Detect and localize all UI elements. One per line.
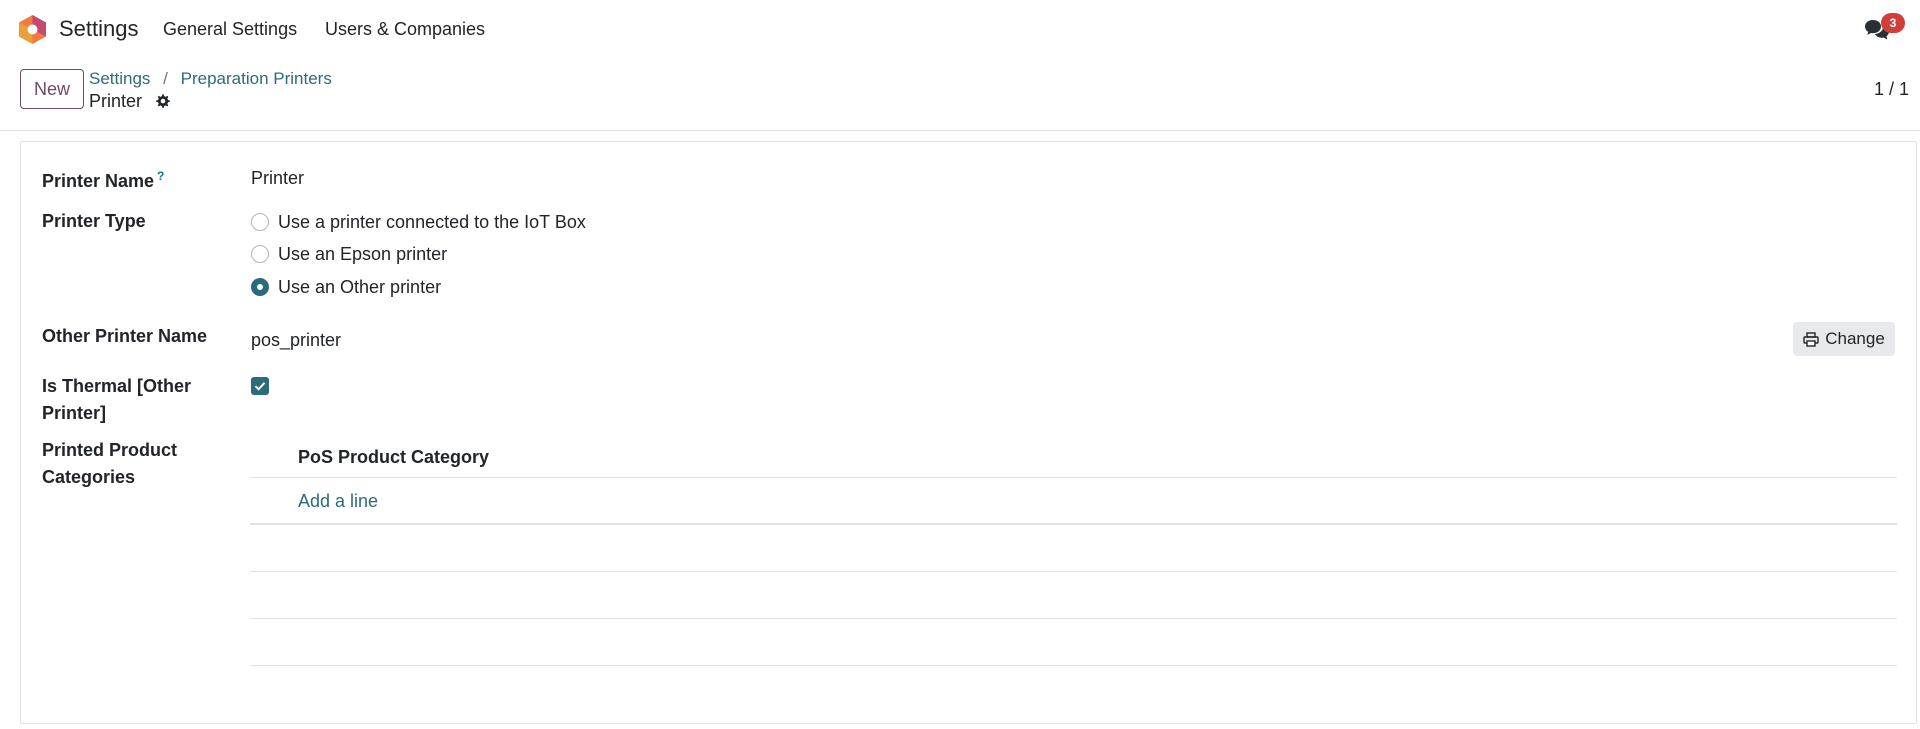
app-title[interactable]: Settings	[59, 15, 139, 43]
is-thermal-label: Is Thermal [Other Printer]	[42, 373, 191, 427]
radio-button-checked[interactable]	[251, 278, 269, 296]
radio-option-other[interactable]: Use an Other printer	[251, 274, 441, 300]
help-tooltip-icon[interactable]: ?	[157, 169, 164, 183]
add-line-link[interactable]: Add a line	[298, 491, 378, 511]
form-sheet: Printer Name? Printer Printer Type Use a…	[20, 141, 1917, 724]
pager[interactable]: 1 / 1	[1874, 77, 1909, 101]
radio-label[interactable]: Use an Epson printer	[278, 244, 447, 265]
radio-button[interactable]	[251, 213, 269, 231]
add-line-row: Add a line	[250, 478, 1897, 525]
empty-row	[250, 572, 1897, 619]
radio-option-iot-box[interactable]: Use a printer connected to the IoT Box	[251, 209, 586, 235]
column-header-pos-product-category[interactable]: PoS Product Category	[250, 436, 1897, 478]
empty-row	[250, 525, 1897, 572]
printed-product-categories-label: Printed Product Categories	[42, 437, 177, 491]
printer-name-label: Printer Name?	[42, 163, 164, 195]
categories-label-line1: Printed Product	[42, 440, 178, 460]
checkmark-icon	[254, 382, 266, 391]
categories-label-line2: Categories	[42, 467, 136, 487]
other-printer-name-label: Other Printer Name	[42, 326, 208, 346]
top-navbar: Settings General Settings Users & Compan…	[0, 0, 1920, 57]
other-printer-name-field[interactable]: pos_printer	[251, 328, 341, 352]
radio-option-epson[interactable]: Use an Epson printer	[251, 241, 447, 267]
is-thermal-label-line1: Is Thermal [Other	[42, 376, 192, 396]
printer-name-field[interactable]: Printer	[251, 166, 304, 190]
breadcrumb: Settings / Preparation Printers	[89, 68, 332, 90]
change-button-label: Change	[1825, 329, 1885, 348]
change-button[interactable]: Change	[1793, 322, 1895, 356]
chat-count-badge: 3	[1881, 13, 1905, 33]
app-logo-icon[interactable]	[19, 15, 46, 44]
empty-row	[250, 619, 1897, 666]
breadcrumb-preparation-printers-link[interactable]: Preparation Printers	[181, 69, 332, 88]
record-title: Printer	[89, 89, 171, 113]
gear-icon[interactable]	[155, 93, 171, 109]
new-button[interactable]: New	[20, 69, 84, 109]
radio-label[interactable]: Use a printer connected to the IoT Box	[278, 212, 586, 233]
categories-list: PoS Product Category Add a line	[250, 436, 1897, 666]
control-panel: New Settings / Preparation Printers Prin…	[0, 57, 1920, 131]
is-thermal-checkbox[interactable]	[251, 377, 269, 395]
radio-label[interactable]: Use an Other printer	[278, 277, 441, 298]
record-name: Printer	[89, 91, 143, 111]
printer-name-label-text: Printer Name	[42, 171, 155, 191]
messaging-button[interactable]: 3	[1864, 13, 1910, 45]
menu-general-settings[interactable]: General Settings	[163, 17, 297, 41]
menu-users-companies[interactable]: Users & Companies	[325, 17, 485, 41]
printer-type-label: Printer Type	[42, 211, 146, 231]
breadcrumb-separator: /	[163, 69, 168, 88]
printer-icon	[1803, 331, 1819, 347]
breadcrumb-settings-link[interactable]: Settings	[89, 69, 150, 88]
radio-button[interactable]	[251, 245, 269, 263]
is-thermal-label-line2: Printer]	[42, 403, 107, 423]
